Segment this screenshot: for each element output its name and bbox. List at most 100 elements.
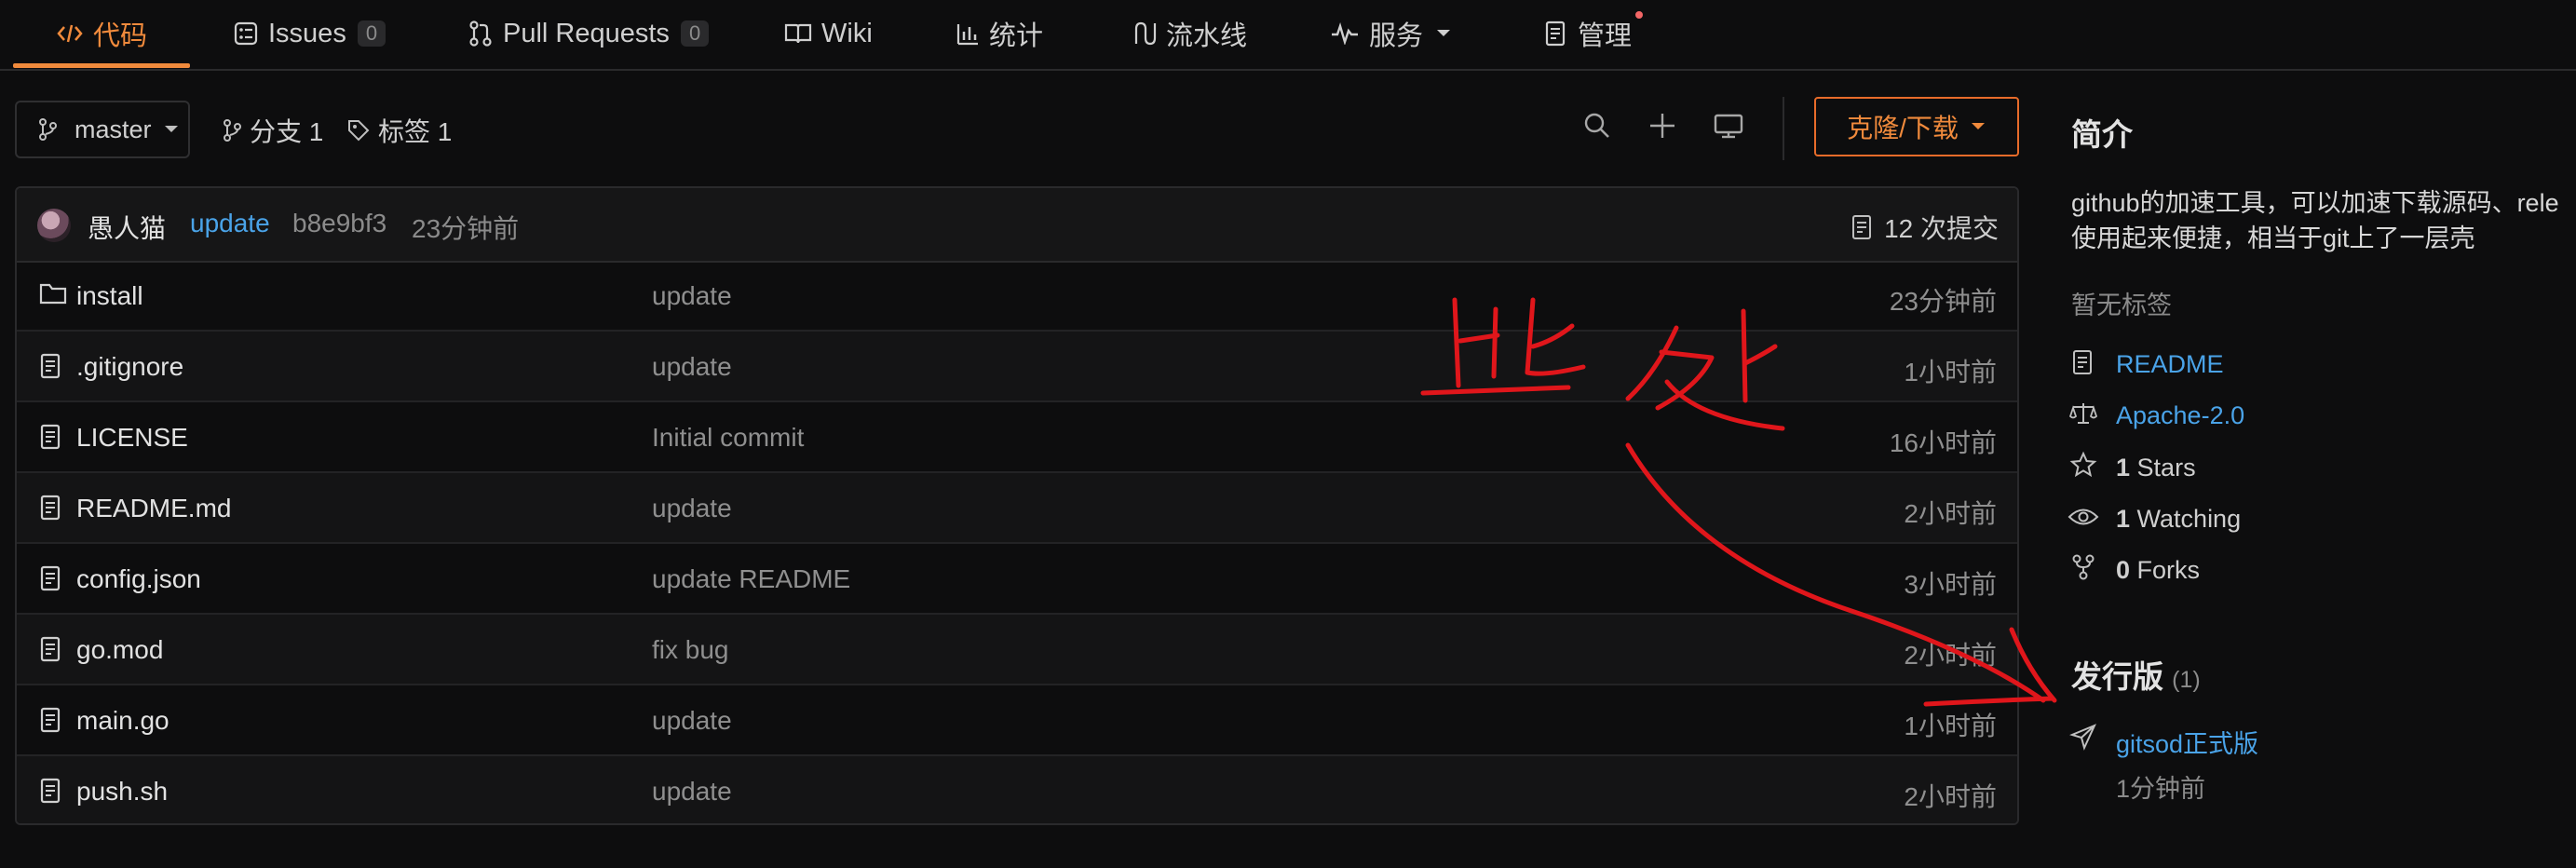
file-icon [40, 495, 61, 521]
table-row[interactable]: README.md update 2小时前 [17, 473, 2017, 544]
file-name[interactable]: go.mod [76, 635, 163, 665]
table-row[interactable]: go.mod fix bug 2小时前 [17, 615, 2017, 685]
add-file-icon[interactable] [1647, 110, 1678, 142]
file-commit-time: 2小时前 [1904, 641, 1997, 670]
notification-dot [1635, 11, 1643, 19]
file-icon [40, 707, 61, 733]
file-commit-message[interactable]: Initial commit [652, 423, 804, 453]
file-commit-message[interactable]: update [652, 494, 732, 523]
file-icon-wrap [39, 564, 61, 599]
file-name[interactable]: .gitignore [76, 352, 183, 382]
file-name[interactable]: push.sh [76, 777, 168, 807]
file-name[interactable]: install [76, 281, 143, 311]
file-commit-message[interactable]: update [652, 777, 732, 807]
commit-author[interactable]: 愚人猫 [88, 209, 166, 246]
repo-description-line2: 使用起来便捷，相当于git上了一层壳 [2071, 224, 2475, 252]
commit-message[interactable]: update [190, 209, 270, 238]
table-row[interactable]: push.sh update 2小时前 [17, 756, 2017, 823]
file-name[interactable]: LICENSE [76, 423, 188, 453]
tab-issues[interactable]: Issues 0 [233, 0, 386, 67]
commit-hash[interactable]: b8e9bf3 [292, 209, 386, 238]
tags-label: 标签 1 [378, 117, 453, 146]
table-row[interactable]: LICENSE Initial commit 16小时前 [17, 402, 2017, 473]
pull-request-icon [469, 20, 492, 47]
file-icon-wrap [39, 635, 61, 670]
branch-selector[interactable]: master [15, 101, 190, 158]
avatar[interactable] [37, 209, 71, 242]
eye-icon [2068, 509, 2099, 525]
table-row[interactable]: config.json update README 3小时前 [17, 544, 2017, 615]
branches-label: 分支 1 [250, 117, 324, 146]
latest-commit-bar: 愚人猫 update b8e9bf3 23分钟前 12 次提交 [17, 188, 2017, 263]
release-time: 1分钟前 [2116, 775, 2206, 803]
file-commit-message[interactable]: update README [652, 564, 850, 594]
stats-icon [956, 24, 978, 46]
file-commit-message[interactable]: update [652, 706, 732, 736]
table-row[interactable]: .gitignore update 1小时前 [17, 332, 2017, 402]
releases-count: (1) [2172, 667, 2201, 693]
tab-stats-label: 统计 [989, 21, 1044, 51]
forks-count: 0 [2116, 556, 2131, 584]
license-link[interactable]: Apache-2.0 [2116, 401, 2244, 430]
issues-count-badge: 0 [357, 20, 386, 47]
table-row[interactable]: main.go update 1小时前 [17, 685, 2017, 756]
release-link[interactable]: gitsod正式版 [2116, 724, 2258, 760]
active-tab-indicator [13, 63, 190, 68]
branch-icon [39, 118, 57, 141]
commit-history-icon [1852, 215, 1872, 239]
tab-pipeline-label: 流水线 [1166, 21, 1248, 51]
stars-link[interactable]: 1 Stars [2116, 454, 2196, 482]
commit-count: 12 次提交 [1884, 214, 1999, 243]
manage-icon [1545, 20, 1566, 47]
file-commit-time: 2小时前 [1904, 499, 1997, 528]
branches-link[interactable]: 分支 1 [222, 112, 323, 149]
commit-count-link[interactable]: 12 次提交 [1851, 209, 1999, 246]
file-commit-time: 1小时前 [1904, 358, 1997, 387]
tags-link[interactable]: 标签 1 [346, 112, 452, 149]
watching-label: Watching [2136, 505, 2242, 533]
tab-code[interactable]: 代码 [56, 0, 147, 67]
repo-description-line1: github的加速工具，可以加速下载源码、rele [2071, 189, 2559, 217]
chevron-down-icon [164, 126, 178, 132]
file-commit-time: 23分钟前 [1889, 287, 1997, 316]
tab-pull-requests-label: Pull Requests [503, 18, 670, 48]
file-commit-message[interactable]: fix bug [652, 635, 729, 665]
releases-title[interactable]: 发行版 (1) [2071, 652, 2201, 697]
tag-icon [348, 120, 370, 142]
tab-pipeline[interactable]: 流水线 [1131, 0, 1247, 67]
toolbar-divider [1783, 97, 1784, 160]
file-name[interactable]: main.go [76, 706, 169, 736]
tab-issues-label: Issues [268, 18, 346, 48]
file-icon [40, 636, 61, 662]
file-commit-message[interactable]: update [652, 281, 732, 311]
forks-link[interactable]: 0 Forks [2116, 556, 2200, 585]
tab-wiki-label: Wiki [821, 18, 873, 48]
file-icon-wrap [39, 706, 61, 740]
wiki-icon [784, 23, 812, 44]
tab-stats[interactable]: 统计 [956, 0, 1043, 67]
file-icon-wrap [39, 352, 61, 387]
tab-wiki[interactable]: Wiki [784, 0, 873, 67]
tab-pull-requests[interactable]: Pull Requests 0 [468, 0, 710, 67]
tab-service-label: 服务 [1369, 21, 1424, 51]
tab-service[interactable]: 服务 [1330, 0, 1453, 67]
releases-title-text: 发行版 [2071, 659, 2163, 694]
file-name[interactable]: config.json [76, 564, 201, 594]
readme-link[interactable]: README [2116, 350, 2224, 379]
stars-label: Stars [2136, 454, 2196, 481]
web-ide-icon[interactable] [1712, 110, 1745, 142]
clone-download-button[interactable]: 克隆/下载 [1814, 97, 2019, 156]
watching-link[interactable]: 1 Watching [2116, 505, 2241, 534]
file-commit-message[interactable]: update [652, 352, 732, 382]
file-name[interactable]: README.md [76, 494, 231, 523]
search-icon[interactable] [1581, 110, 1613, 142]
tab-manage[interactable]: 管理 [1544, 0, 1632, 67]
service-icon [1332, 22, 1358, 45]
stars-count: 1 [2116, 454, 2131, 481]
file-icon-wrap [39, 423, 61, 457]
file-icon-wrap [39, 494, 61, 528]
file-commit-time: 3小时前 [1904, 570, 1997, 599]
chevron-down-icon [1437, 30, 1451, 36]
table-row[interactable]: install update 23分钟前 [17, 261, 2017, 332]
branch-name: master [75, 115, 152, 143]
